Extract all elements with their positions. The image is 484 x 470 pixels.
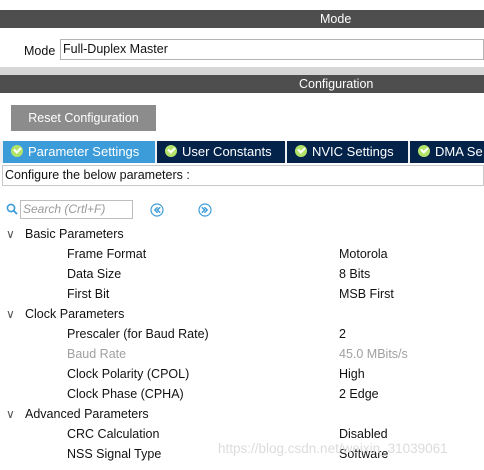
tab-user-constants[interactable]: User Constants bbox=[157, 141, 285, 163]
param-name: Frame Format bbox=[67, 247, 147, 261]
check-icon bbox=[165, 145, 177, 157]
tab-dma-settings[interactable]: DMA Se bbox=[410, 141, 484, 163]
tab-nvic-settings[interactable]: NVIC Settings bbox=[287, 141, 408, 163]
param-value[interactable]: Motorola bbox=[339, 244, 388, 264]
tab-label: User Constants bbox=[182, 144, 272, 159]
tab-parameter-settings[interactable]: Parameter Settings bbox=[3, 141, 155, 163]
reset-configuration-button[interactable]: Reset Configuration bbox=[11, 105, 156, 131]
param-row-baud-rate: Baud Rate 45.0 MBits/s bbox=[0, 344, 484, 364]
param-name: Clock Phase (CPHA) bbox=[67, 387, 184, 401]
param-name: NSS Signal Type bbox=[67, 447, 162, 461]
param-name: Baud Rate bbox=[67, 347, 127, 361]
group-advanced-parameters[interactable]: ∨ Advanced Parameters bbox=[0, 404, 484, 424]
param-row-data-size[interactable]: Data Size 8 Bits bbox=[0, 264, 484, 284]
search-icon bbox=[6, 203, 18, 215]
tab-bar: Parameter Settings User Constants NVIC S… bbox=[0, 141, 484, 163]
param-value[interactable]: 2 bbox=[339, 324, 346, 344]
param-row-prescaler[interactable]: Prescaler (for Baud Rate) 2 bbox=[0, 324, 484, 344]
param-row-clock-polarity[interactable]: Clock Polarity (CPOL) High bbox=[0, 364, 484, 384]
param-value[interactable]: High bbox=[339, 364, 365, 384]
check-icon bbox=[295, 145, 307, 157]
group-label: Basic Parameters bbox=[25, 227, 124, 241]
param-row-first-bit[interactable]: First Bit MSB First bbox=[0, 284, 484, 304]
next-icon[interactable] bbox=[198, 203, 212, 217]
param-value[interactable]: 2 Edge bbox=[339, 384, 379, 404]
previous-icon[interactable] bbox=[150, 203, 164, 217]
search-input[interactable]: Search (Crtl+F) bbox=[20, 200, 133, 219]
tab-label: NVIC Settings bbox=[312, 144, 394, 159]
param-name: Clock Polarity (CPOL) bbox=[67, 367, 190, 381]
param-name: Prescaler (for Baud Rate) bbox=[67, 327, 209, 341]
tab-label: Parameter Settings bbox=[28, 144, 140, 159]
group-clock-parameters[interactable]: ∨ Clock Parameters bbox=[0, 304, 484, 324]
param-row-clock-phase[interactable]: Clock Phase (CPHA) 2 Edge bbox=[0, 384, 484, 404]
chevron-down-icon: ∨ bbox=[6, 307, 15, 321]
configuration-header-title: Configuration bbox=[299, 77, 374, 91]
chevron-down-icon: ∨ bbox=[6, 407, 15, 421]
section-divider bbox=[0, 67, 484, 75]
mode-header-title: Mode bbox=[320, 12, 352, 26]
mode-header: Mode bbox=[0, 10, 484, 28]
mode-select[interactable]: Full-Duplex Master bbox=[60, 39, 484, 60]
check-icon bbox=[11, 145, 23, 157]
configuration-header: Configuration bbox=[0, 75, 484, 93]
group-label: Advanced Parameters bbox=[25, 407, 149, 421]
configure-instructions: Configure the below parameters : bbox=[2, 165, 484, 186]
check-icon bbox=[418, 145, 430, 157]
mode-label: Mode bbox=[24, 44, 56, 58]
param-value[interactable]: MSB First bbox=[339, 284, 394, 304]
group-label: Clock Parameters bbox=[25, 307, 125, 321]
chevron-down-icon: ∨ bbox=[6, 227, 15, 241]
param-row-frame-format[interactable]: Frame Format Motorola bbox=[0, 244, 484, 264]
param-value[interactable]: 8 Bits bbox=[339, 264, 370, 284]
param-name: Data Size bbox=[67, 267, 122, 281]
tab-label: DMA Se bbox=[435, 144, 483, 159]
param-name: CRC Calculation bbox=[67, 427, 160, 441]
group-basic-parameters[interactable]: ∨ Basic Parameters bbox=[0, 224, 484, 244]
watermark: https://blog.csdn.net/weixin_31039061 bbox=[218, 441, 448, 456]
param-value: 45.0 MBits/s bbox=[339, 347, 408, 361]
param-name: First Bit bbox=[67, 287, 110, 301]
